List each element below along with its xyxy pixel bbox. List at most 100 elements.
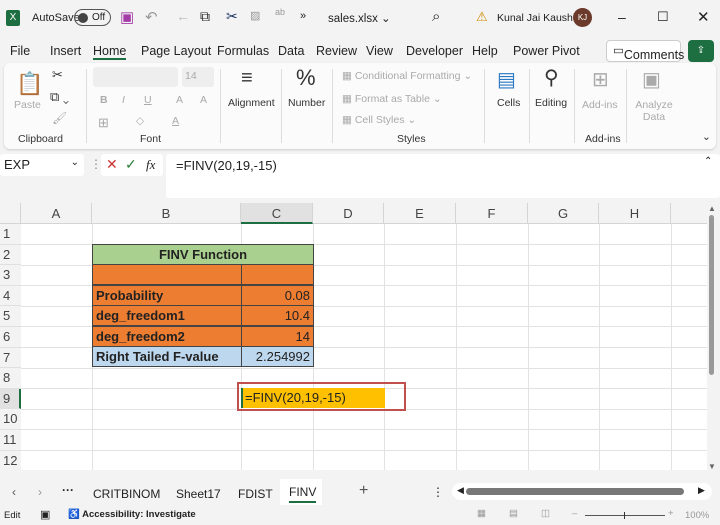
horizontal-scroll-thumb[interactable] <box>466 488 684 495</box>
font-color-icon[interactable]: A <box>172 115 179 127</box>
tab-fdist[interactable]: FDIST <box>238 487 273 501</box>
tab-sheet17[interactable]: Sheet17 <box>176 487 221 501</box>
more-sheets-icon[interactable]: ··· <box>62 483 74 497</box>
column-header-h[interactable]: H <box>599 203 671 224</box>
tab-critbinom[interactable]: CRITBINOM <box>93 487 160 501</box>
save-icon[interactable]: ▣ <box>120 8 134 26</box>
cell-c3[interactable] <box>241 264 314 285</box>
format-as-table-button[interactable]: ▦ Format as Table ⌄ <box>342 93 442 105</box>
name-box[interactable]: EXP ⌄ <box>0 154 84 176</box>
menu-power-pivot[interactable]: Power Pivot <box>513 44 580 58</box>
fill-color-icon[interactable]: ◇ <box>136 115 144 127</box>
search-icon[interactable]: ⌕ <box>432 8 440 25</box>
table-title[interactable]: FINV Function <box>92 244 314 265</box>
scroll-down-icon[interactable]: ▼ <box>708 462 716 471</box>
page-break-view-icon[interactable]: ◫ <box>541 508 550 519</box>
cancel-icon[interactable]: ✕ <box>106 156 118 173</box>
add-sheet-button[interactable]: + <box>359 482 368 500</box>
shrink-font-button[interactable]: A <box>200 94 207 106</box>
tab-options-icon[interactable]: ⋮ <box>432 485 444 499</box>
page-layout-view-icon[interactable]: ▤ <box>509 508 518 519</box>
zoom-out-button[interactable]: – <box>572 508 577 519</box>
vertical-scroll-thumb[interactable] <box>709 215 714 375</box>
zoom-slider[interactable] <box>585 512 665 519</box>
value-deg-freedom1[interactable]: 10.4 <box>241 305 314 326</box>
row-header-5[interactable]: 5 <box>0 306 21 327</box>
row-header-8[interactable]: 8 <box>0 368 21 389</box>
label-deg-freedom2[interactable]: deg_freedom2 <box>92 326 242 347</box>
formula-input[interactable]: =FINV(20,19,-15) <box>166 154 720 198</box>
macro-icon[interactable]: ▣ <box>40 508 50 521</box>
editing-button[interactable]: Editing <box>535 97 567 109</box>
next-sheet-icon[interactable]: › <box>38 485 42 499</box>
scroll-right-icon[interactable]: ▶ <box>698 485 705 496</box>
row-header-7[interactable]: 7 <box>0 347 21 369</box>
row-header-3[interactable]: 3 <box>0 265 21 286</box>
font-size-select[interactable]: 14 <box>182 67 214 87</box>
cells-button[interactable]: Cells <box>497 97 520 109</box>
copy-icon[interactable]: ⧉ ⌄ <box>50 89 69 105</box>
maximize-icon[interactable]: ☐ <box>657 9 669 25</box>
spreadsheet-grid[interactable]: A B C D E F G H FINV Function Probabilit… <box>0 203 707 470</box>
zoom-level[interactable]: 100% <box>685 510 709 521</box>
row-header-6[interactable]: 6 <box>0 327 21 348</box>
menu-insert[interactable]: Insert <box>50 44 81 58</box>
menu-formulas[interactable]: Formulas <box>217 44 269 58</box>
italic-button[interactable]: I <box>122 94 125 106</box>
alignment-button[interactable]: Alignment <box>228 97 275 109</box>
column-header-i[interactable] <box>671 203 707 224</box>
row-header-11[interactable]: 11 <box>0 430 21 451</box>
number-button[interactable]: Number <box>288 97 325 109</box>
scroll-up-icon[interactable]: ▲ <box>708 204 716 213</box>
horizontal-scrollbar[interactable]: ◀ ▶ <box>452 483 712 500</box>
more-icon[interactable]: » <box>300 10 306 22</box>
row-header-2[interactable]: 2 <box>0 244 21 266</box>
cut-icon[interactable]: ✂ <box>226 8 238 25</box>
borders-icon[interactable]: ⊞ <box>98 115 109 131</box>
analyze-data-button[interactable]: Analyze Data <box>634 99 674 123</box>
copy-icon[interactable]: ⧉ <box>200 8 210 25</box>
accessibility-button[interactable]: ♿ Accessibility: Investigate <box>68 509 196 520</box>
normal-view-icon[interactable]: ▦ <box>477 508 486 519</box>
undo-icon[interactable]: ↶ <box>145 8 158 26</box>
format-painter-icon[interactable]: 🖌 <box>52 111 67 125</box>
menu-page-layout[interactable]: Page Layout <box>141 44 211 58</box>
row-header-10[interactable]: 10 <box>0 409 21 430</box>
value-f-value[interactable]: 2.254992 <box>241 346 314 367</box>
grow-font-button[interactable]: A <box>176 94 183 106</box>
conditional-formatting-button[interactable]: ▦ Conditional Formatting ⌄ <box>342 70 472 82</box>
image-icon[interactable]: ▨ <box>250 9 260 22</box>
row-header-12[interactable]: 12 <box>0 450 21 470</box>
spelling-icon[interactable]: ab <box>275 7 285 17</box>
tab-finv[interactable]: FINV <box>280 479 322 505</box>
filename[interactable]: sales.xlsx ⌄ <box>328 11 391 25</box>
cell-b3[interactable] <box>92 264 242 285</box>
avatar[interactable]: KJ <box>573 8 592 27</box>
insert-function-icon[interactable]: fx <box>146 157 155 173</box>
prev-sheet-icon[interactable]: ‹ <box>12 485 16 499</box>
cell-styles-button[interactable]: ▦ Cell Styles ⌄ <box>342 114 416 126</box>
row-header-1[interactable]: 1 <box>0 224 21 245</box>
row-header-4[interactable]: 4 <box>0 285 21 307</box>
value-probability[interactable]: 0.08 <box>241 285 314 306</box>
column-header-g[interactable]: G <box>528 203 599 224</box>
label-probability[interactable]: Probability <box>92 285 242 306</box>
autosave-toggle[interactable]: Off <box>74 9 111 26</box>
menu-help[interactable]: Help <box>472 44 498 58</box>
label-f-value[interactable]: Right Tailed F-value <box>92 346 242 367</box>
zoom-in-button[interactable]: + <box>668 508 674 519</box>
collapse-ribbon-icon[interactable]: ⌄ <box>702 131 711 143</box>
menu-developer[interactable]: Developer <box>406 44 463 58</box>
value-deg-freedom2[interactable]: 14 <box>241 326 314 347</box>
label-deg-freedom1[interactable]: deg_freedom1 <box>92 305 242 326</box>
font-name-select[interactable] <box>93 67 178 87</box>
share-button[interactable]: ⇪ <box>688 40 714 62</box>
column-header-b[interactable]: B <box>92 203 241 224</box>
menu-home[interactable]: Home <box>93 44 127 60</box>
scroll-left-icon[interactable]: ◀ <box>457 485 464 496</box>
underline-button[interactable]: U <box>144 94 152 106</box>
menu-view[interactable]: View <box>366 44 393 58</box>
paste-icon[interactable]: 📋 <box>16 71 43 97</box>
back-icon[interactable]: ← <box>176 8 190 24</box>
close-icon[interactable]: ✕ <box>697 8 710 26</box>
